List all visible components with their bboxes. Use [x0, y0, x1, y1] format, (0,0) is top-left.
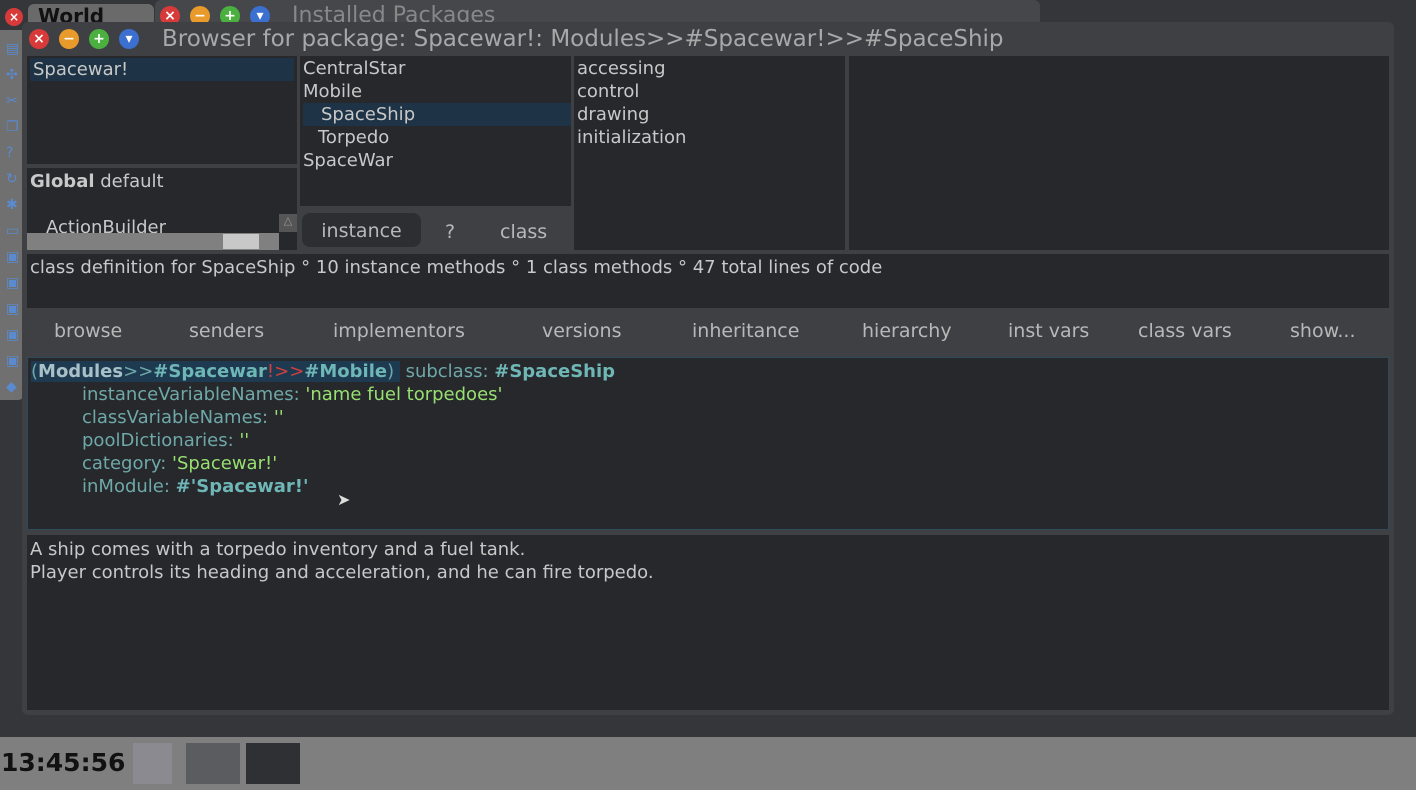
taskbar-thumbnail[interactable] — [186, 743, 240, 784]
taskbar-thumbnail[interactable] — [133, 743, 172, 784]
list-item[interactable]: Mobile — [300, 80, 571, 103]
comment-line: Player controls its heading and accelera… — [30, 562, 654, 583]
code-token: >> — [123, 361, 154, 382]
scroll-thumb[interactable] — [223, 234, 259, 249]
code-token: '' — [273, 407, 284, 428]
code-token: inModule: — [82, 476, 176, 497]
code-token: !>> — [266, 361, 305, 382]
global-default-label: default — [94, 171, 164, 192]
code-token: Modules — [38, 361, 124, 382]
status-pane: class definition for SpaceShip ° 10 inst… — [27, 254, 1389, 308]
code-token: ) — [387, 361, 395, 382]
list-item[interactable]: accessing — [574, 57, 845, 80]
class-list[interactable]: CentralStar Mobile SpaceShip Torpedo Spa… — [300, 56, 571, 206]
versions-button[interactable]: versions — [542, 320, 622, 342]
list-item[interactable]: Torpedo — [300, 126, 571, 149]
code-token: #Spacewar — [153, 361, 267, 382]
class-button[interactable]: class — [500, 221, 547, 243]
window-menu-icon[interactable]: ▾ — [119, 29, 139, 49]
horizontal-scrollbar[interactable] — [27, 233, 279, 250]
expand-icon[interactable]: + — [89, 29, 109, 49]
global-pane[interactable]: Global default ActionBuilder △ — [27, 168, 297, 250]
mouse-cursor-icon: ➤ — [337, 490, 351, 509]
list-item[interactable]: SpaceShip — [303, 103, 571, 126]
list-item[interactable]: SpaceWar — [300, 149, 571, 172]
hierarchy-button[interactable]: hierarchy — [862, 320, 952, 342]
code-token: subclass: — [399, 361, 495, 382]
window-title: Browser for package: Spacewar!: Modules>… — [162, 26, 1004, 52]
close-icon[interactable]: × — [29, 29, 49, 49]
browse-button[interactable]: browse — [54, 320, 122, 342]
status-line: class definition for SpaceShip ° 10 inst… — [30, 257, 883, 278]
comment-line: A ship comes with a torpedo inventory an… — [30, 539, 526, 560]
global-label: Global — [30, 171, 95, 192]
instance-button[interactable]: instance — [302, 213, 421, 247]
code-token: classVariableNames: — [82, 407, 274, 428]
code-token: ( — [31, 361, 39, 382]
code-token: instanceVariableNames: — [82, 384, 306, 405]
inheritance-button[interactable]: inheritance — [692, 320, 799, 342]
global-default: Global default — [27, 170, 297, 193]
list-item[interactable]: drawing — [574, 103, 845, 126]
inst-vars-button[interactable]: inst vars — [1008, 320, 1089, 342]
comment-pane[interactable]: A ship comes with a torpedo inventory an… — [27, 535, 1389, 710]
world-close-icon[interactable]: × — [5, 8, 23, 26]
code-token: '' — [239, 430, 250, 451]
code-token: category: — [82, 453, 173, 474]
collapse-icon[interactable]: − — [59, 29, 79, 49]
category-list[interactable]: accessing control drawing initialization — [574, 56, 845, 250]
senders-button[interactable]: senders — [189, 320, 264, 342]
code-token: #SpaceShip — [494, 361, 616, 382]
scroll-up-icon[interactable]: △ — [279, 214, 297, 232]
code-token: poolDictionaries: — [82, 430, 240, 451]
class-vars-button[interactable]: class vars — [1138, 320, 1232, 342]
list-item[interactable]: control — [574, 80, 845, 103]
code-token: 'name fuel torpedoes' — [305, 384, 503, 405]
list-item[interactable]: CentralStar — [300, 57, 571, 80]
list-item[interactable]: initialization — [574, 126, 845, 149]
installed-packages-window[interactable] — [155, 0, 1040, 24]
package-list[interactable]: Spacewar! — [27, 56, 297, 164]
comment-button[interactable]: ? — [445, 221, 455, 243]
code-token: #Mobile — [304, 361, 388, 382]
list-item[interactable]: Spacewar! — [30, 58, 294, 81]
method-list[interactable] — [849, 56, 1389, 250]
show-button[interactable]: show... — [1290, 320, 1355, 342]
code-editor[interactable]: (Modules>>#Spacewar!>>#Mobile) subclass:… — [27, 357, 1389, 530]
implementors-button[interactable]: implementors — [333, 320, 465, 342]
tool-icons[interactable]: ▤ ✣ ✂ ❐? ↻ ✱ ▭ ▣ ▣ ▣ ▣ ▣ ◆ — [6, 36, 22, 400]
code-token: #'Spacewar!' — [175, 476, 309, 497]
code-token: 'Spacewar!' — [172, 453, 278, 474]
taskbar-thumbnail[interactable] — [246, 743, 300, 784]
clock: 13:45:56 — [1, 748, 126, 777]
